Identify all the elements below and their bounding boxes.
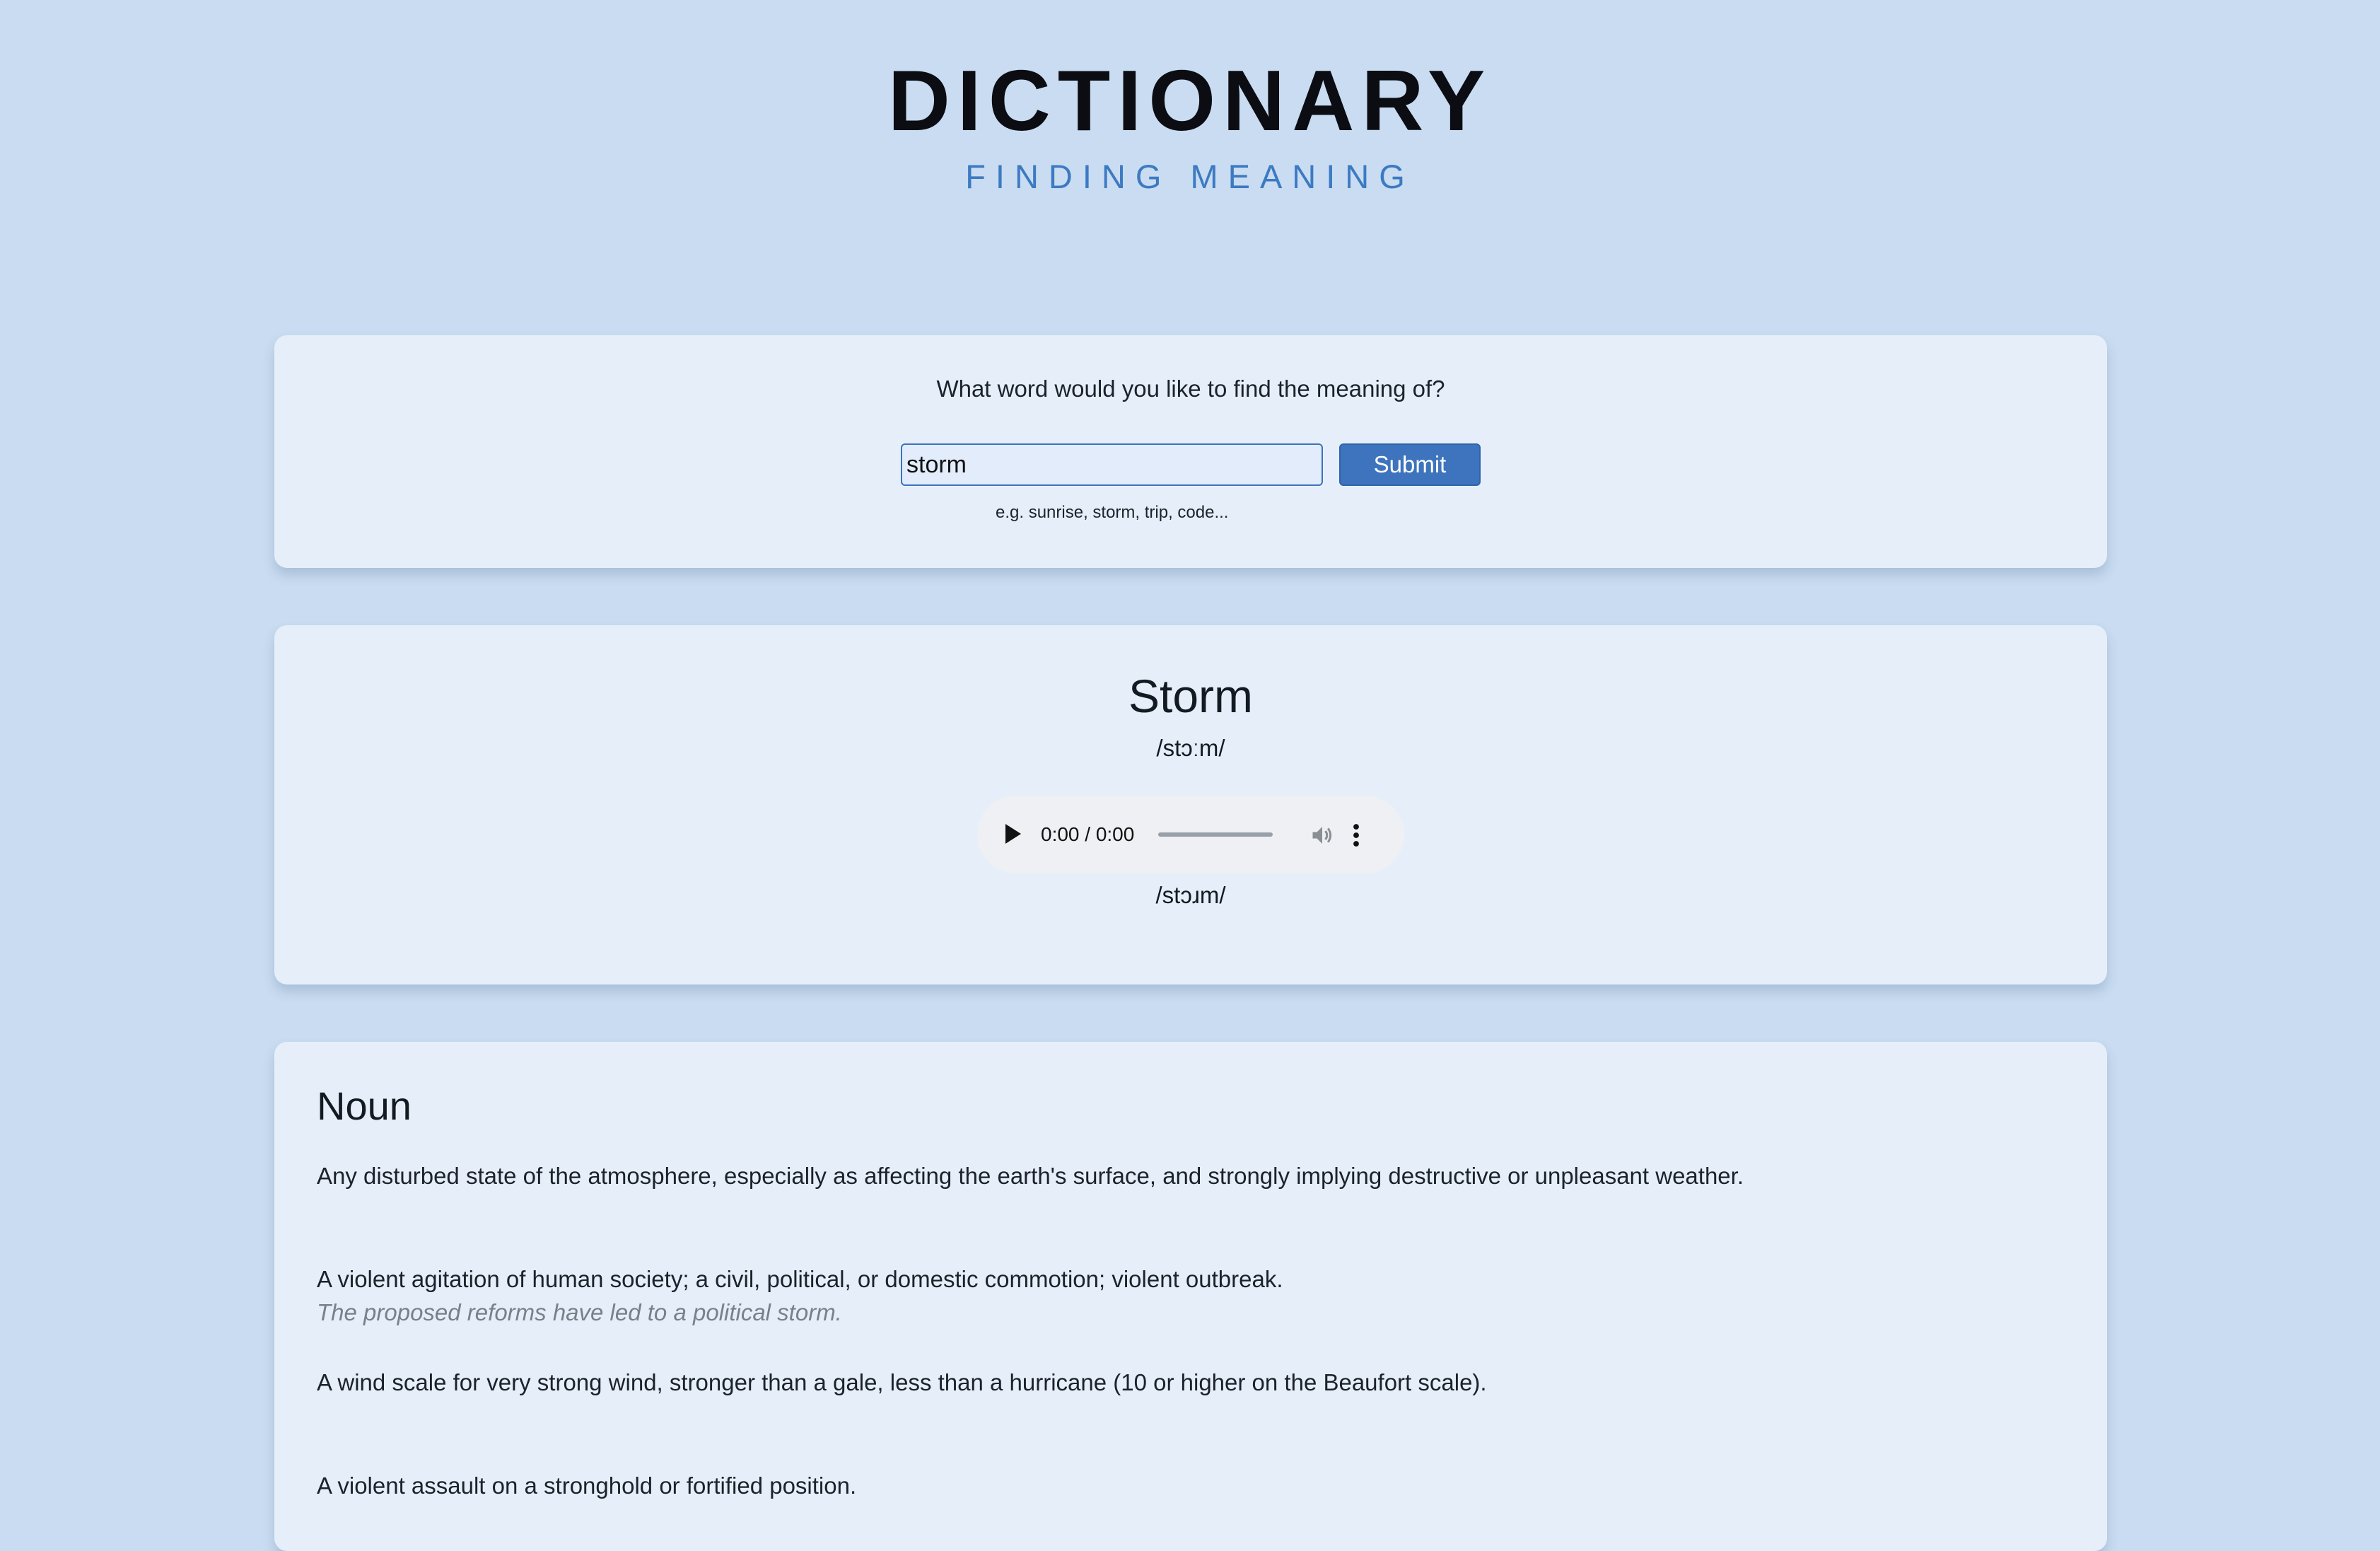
search-prompt: What word would you like to find the mea… xyxy=(936,376,1445,402)
audio-player[interactable]: 0:00 / 0:00 xyxy=(977,796,1404,873)
volume-icon[interactable] xyxy=(1309,823,1335,848)
meaning-card: Noun Any disturbed state of the atmosphe… xyxy=(274,1042,2107,1551)
part-of-speech-heading: Noun xyxy=(317,1084,412,1128)
seek-slider[interactable] xyxy=(1158,832,1273,837)
submit-button[interactable]: Submit xyxy=(1339,443,1481,486)
definition: A wind scale for very strong wind, stron… xyxy=(317,1369,1487,1395)
audio-time: 0:00 / 0:00 xyxy=(1041,823,1135,845)
phonetic-text: /stɔɹm/ xyxy=(1155,882,1226,908)
more-vertical-icon[interactable] xyxy=(1352,823,1360,848)
app-title: DICTIONARY xyxy=(887,52,1493,149)
word-card: Storm /stɔːm/ 0:00 / 0:00 /stɔɹm/ xyxy=(274,625,2107,984)
definition: A violent assault on a stronghold or for… xyxy=(317,1472,857,1499)
word-title: Storm xyxy=(1128,670,1254,722)
play-icon[interactable] xyxy=(1005,824,1021,844)
definition: A violent agitation of human society; a … xyxy=(317,1266,1283,1292)
phonetic-text: /stɔːm/ xyxy=(1156,735,1225,761)
search-hint: e.g. sunrise, storm, trip, code... xyxy=(996,503,1229,522)
search-input[interactable] xyxy=(901,443,1323,486)
search-card: What word would you like to find the mea… xyxy=(274,335,2107,568)
definition-example: The proposed reforms have led to a polit… xyxy=(317,1299,842,1325)
app-subtitle: FINDING MEANING xyxy=(965,158,1415,195)
definition: Any disturbed state of the atmosphere, e… xyxy=(317,1163,1744,1189)
